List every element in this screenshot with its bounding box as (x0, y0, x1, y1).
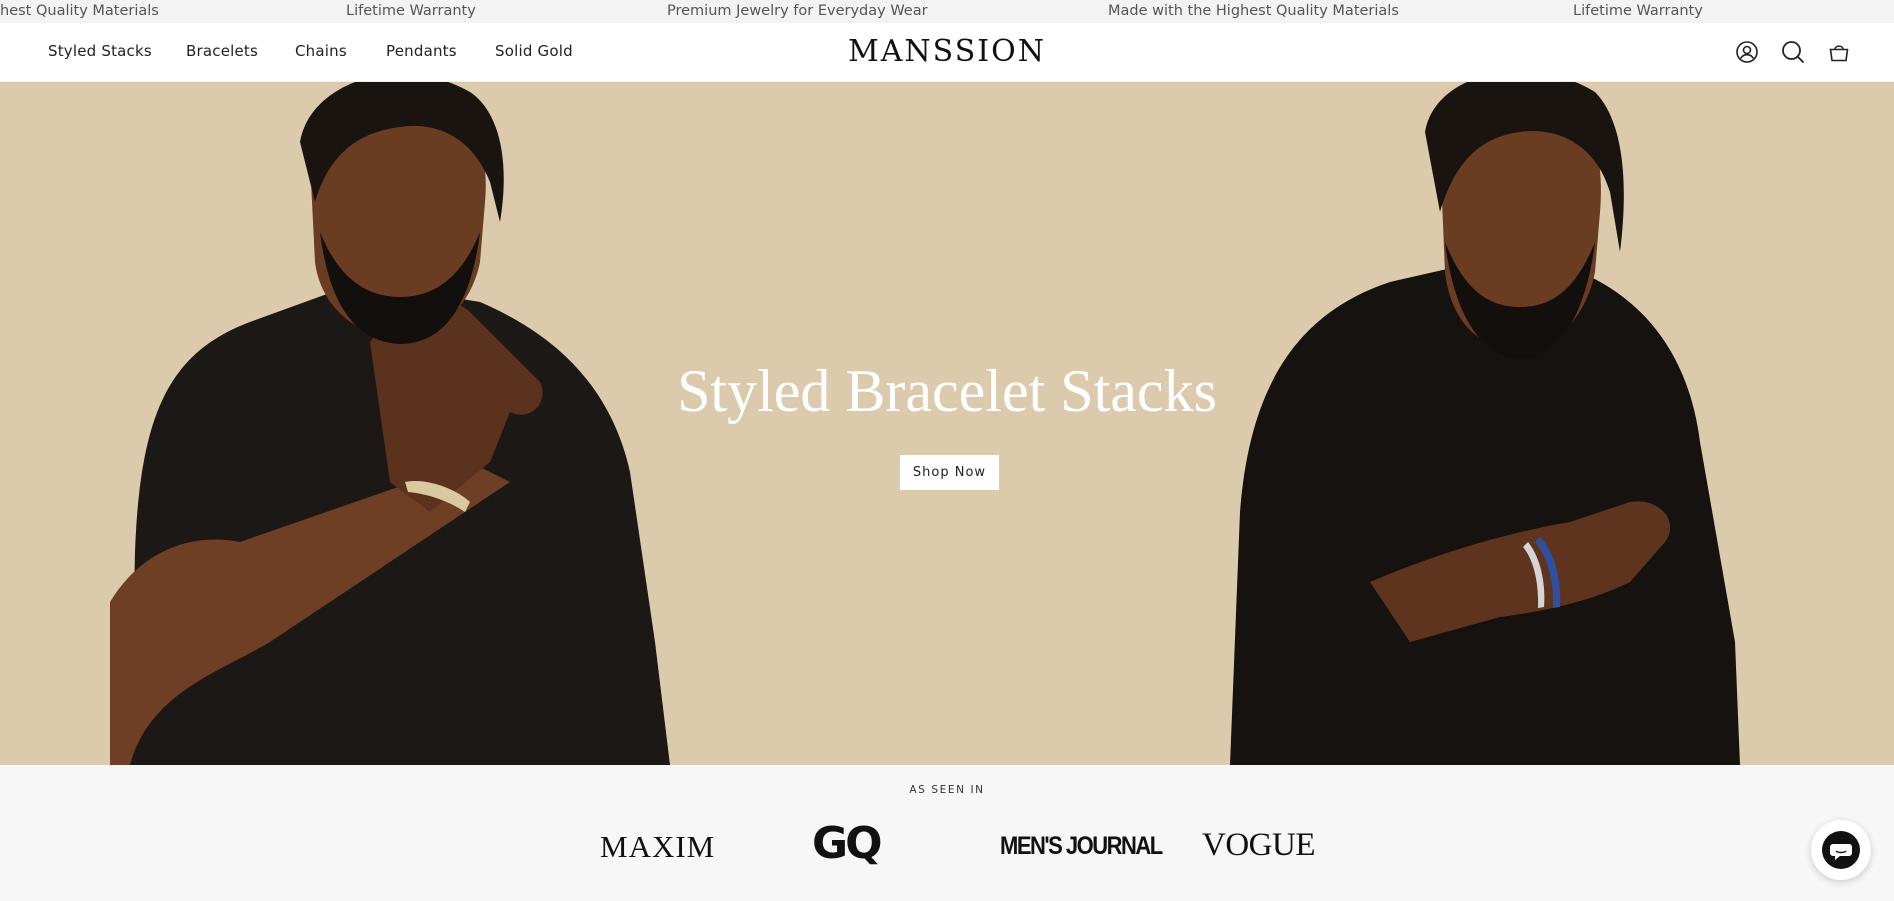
press-logo-gq: GQ (812, 818, 883, 869)
chat-button[interactable] (1811, 820, 1871, 880)
announcement-message: Premium Jewelry for Everyday Wear (667, 3, 928, 19)
shop-now-button[interactable]: Shop Now (900, 455, 999, 490)
brand-logo[interactable]: MANSSION (0, 34, 1894, 69)
press-logo-mens-journal: MEN'S JOURNAL (1000, 831, 1163, 860)
account-icon[interactable] (1734, 39, 1760, 65)
search-icon[interactable] (1780, 39, 1806, 65)
hero-title: Styled Bracelet Stacks (677, 358, 1217, 424)
announcement-message: Lifetime Warranty (1573, 3, 1703, 19)
hero-banner: Styled Bracelet Stacks Shop Now (0, 82, 1894, 765)
site-header: Styled Stacks Bracelets Chains Pendants … (0, 23, 1894, 82)
announcement-message: hest Quality Materials (0, 3, 159, 19)
announcement-message: Lifetime Warranty (346, 3, 476, 19)
announcement-message: Made with the Highest Quality Materials (1108, 3, 1399, 19)
cart-icon[interactable] (1826, 39, 1852, 65)
press-section: AS SEEN IN MAXIM GQ MEN'S JOURNAL VOGUE (0, 765, 1894, 901)
press-label: AS SEEN IN (909, 784, 985, 796)
announcement-bar: hest Quality Materials Lifetime Warranty… (0, 0, 1894, 23)
press-logo-vogue: VOGUE (1202, 827, 1315, 863)
press-logo-maxim: MAXIM (600, 829, 716, 864)
chat-icon (1822, 831, 1860, 869)
